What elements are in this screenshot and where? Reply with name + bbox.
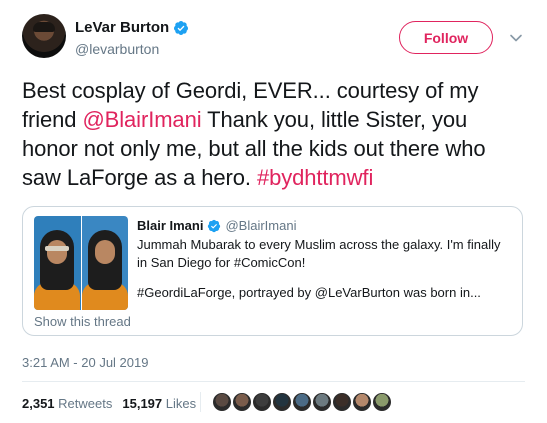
quoted-tweet-line-2: #GeordiLaForge, portrayed by @LeVarBurto… <box>137 285 481 300</box>
liker-avatar[interactable] <box>211 391 233 413</box>
tweet-text: Best cosplay of Geordi, EVER... courtesy… <box>22 76 527 192</box>
quoted-tweet-image[interactable] <box>34 216 128 310</box>
quoted-tweet-header: Blair Imani @BlairImani <box>137 218 512 233</box>
cosplay-photo-left <box>34 216 81 310</box>
divider <box>22 381 525 382</box>
tweet-stats: 2,351 Retweets 15,197 Likes <box>22 396 196 411</box>
mention-link[interactable]: @BlairImani <box>82 107 201 132</box>
quoted-author-name[interactable]: Blair Imani <box>137 218 203 233</box>
liker-avatar[interactable] <box>231 391 253 413</box>
likes-stat[interactable]: 15,197 Likes <box>122 396 196 411</box>
liker-avatar[interactable] <box>251 391 273 413</box>
quoted-tweet-line-1: Jummah Mubarak to every Muslim across th… <box>137 237 501 270</box>
quoted-tweet[interactable]: Show this thread Blair Imani @BlairImani… <box>22 206 523 336</box>
quoted-author-handle[interactable]: @BlairImani <box>225 218 296 233</box>
avatar-visor <box>33 22 55 32</box>
author-name-text[interactable]: LeVar Burton <box>75 19 169 36</box>
liker-avatar[interactable] <box>351 391 373 413</box>
retweets-label: Retweets <box>58 396 113 411</box>
likes-label: Likes <box>165 396 197 411</box>
retweets-stat[interactable]: 2,351 Retweets <box>22 396 112 411</box>
tweet-header: LeVar Burton @levarburton Follow <box>22 14 527 62</box>
author-display-name[interactable]: LeVar Burton <box>75 19 189 36</box>
liker-avatar[interactable] <box>311 391 333 413</box>
tweet-timestamp[interactable]: 3:21 AM - 20 Jul 2019 <box>22 355 148 370</box>
show-thread-link[interactable]: Show this thread <box>34 314 131 329</box>
liker-avatar[interactable] <box>271 391 293 413</box>
quoted-tweet-text: Jummah Mubarak to every Muslim across th… <box>137 236 512 302</box>
stats-divider <box>200 392 201 412</box>
liker-avatar[interactable] <box>291 391 313 413</box>
likes-count: 15,197 <box>122 396 163 411</box>
verified-badge-icon <box>208 219 221 232</box>
cosplay-photo-right <box>81 216 128 310</box>
verified-badge-icon <box>174 20 189 35</box>
liker-avatars <box>211 391 393 413</box>
quoted-tweet-body: Blair Imani @BlairImani Jummah Mubarak t… <box>137 218 512 314</box>
retweets-count: 2,351 <box>22 396 55 411</box>
hashtag-link[interactable]: #bydhttmwfi <box>257 165 373 190</box>
photo-face <box>94 240 115 264</box>
photo-visor <box>45 246 69 251</box>
author-avatar[interactable] <box>22 14 66 58</box>
chevron-down-icon[interactable] <box>509 31 523 45</box>
liker-avatar[interactable] <box>331 391 353 413</box>
author-name-block: LeVar Burton @levarburton <box>75 19 189 57</box>
photo-face <box>47 240 67 264</box>
liker-avatar[interactable] <box>371 391 393 413</box>
author-handle[interactable]: @levarburton <box>75 41 189 57</box>
follow-button[interactable]: Follow <box>399 21 493 54</box>
